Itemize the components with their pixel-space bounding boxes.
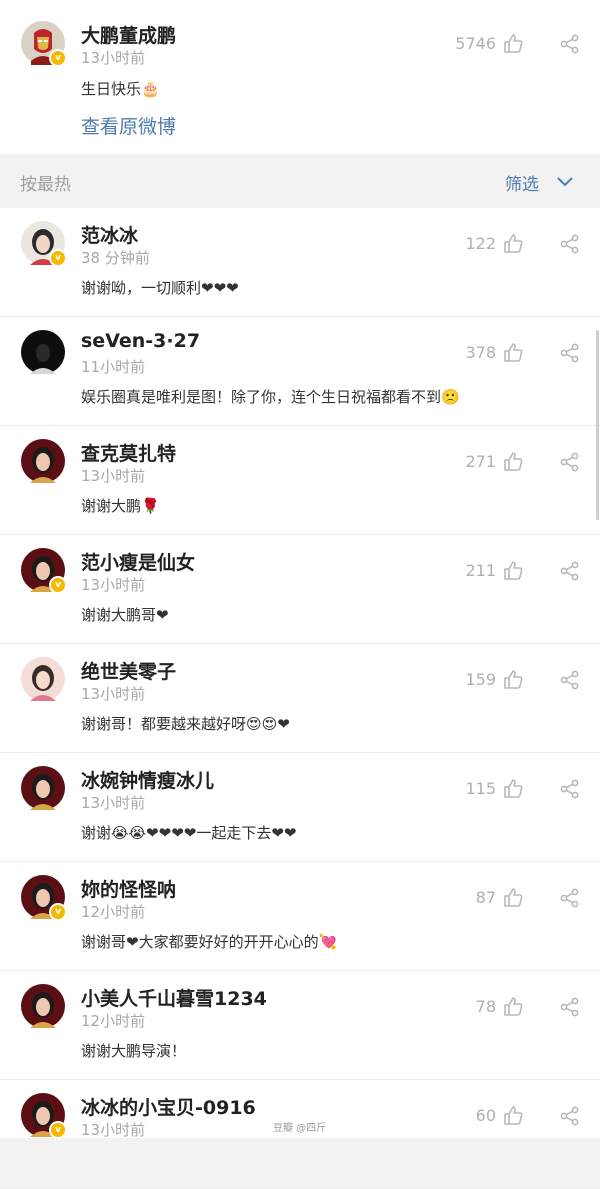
commenter-name[interactable]: 妳的怪怪呐 bbox=[81, 875, 176, 902]
post-text: 生日快乐🎂 bbox=[81, 80, 160, 98]
verified-badge: v bbox=[49, 903, 67, 921]
comment-text: 谢谢大鹏🌹 bbox=[81, 497, 160, 515]
comment-text: 谢谢哥❤大家都要好好的开开心心的💘 bbox=[81, 933, 338, 951]
commenter-avatar[interactable] bbox=[21, 439, 65, 483]
thumbs-up-icon[interactable] bbox=[502, 1105, 524, 1127]
commenter-name[interactable]: 冰冰的小宝贝-0916 bbox=[81, 1093, 256, 1120]
verified-badge: v bbox=[49, 249, 67, 267]
thumbs-up-icon[interactable] bbox=[502, 233, 524, 255]
comment-item[interactable]: v 妳的怪怪呐 12小时前谢谢哥❤大家都要好好的开开心心的💘 87 bbox=[0, 862, 600, 971]
comment-text: 谢谢😭😭❤❤❤❤一起走下去❤❤ bbox=[81, 824, 297, 842]
verified-badge: v bbox=[49, 1121, 67, 1139]
comment-item[interactable]: 查克莫扎特 13小时前谢谢大鹏🌹 271 bbox=[0, 426, 600, 535]
comment-like-count: 60 bbox=[475, 1106, 496, 1125]
comment-item[interactable]: 冰婉钟情瘦冰儿 13小时前谢谢😭😭❤❤❤❤一起走下去❤❤ 115 bbox=[0, 753, 600, 862]
commenter-avatar[interactable] bbox=[21, 766, 65, 810]
commenter-avatar[interactable] bbox=[21, 330, 65, 374]
verified-badge: v bbox=[49, 49, 67, 67]
comment-item[interactable]: v 范冰冰 38 分钟前谢谢呦，一切顺利❤❤❤ 122 bbox=[0, 208, 600, 317]
share-icon[interactable] bbox=[559, 996, 581, 1018]
comment-like-count: 122 bbox=[465, 234, 496, 253]
comment-like-count: 159 bbox=[465, 670, 496, 689]
comment-time: 13小时前 bbox=[81, 576, 146, 594]
commenter-name[interactable]: 小美人千山暮雪1234 bbox=[81, 984, 267, 1011]
thumbs-up-icon[interactable] bbox=[502, 778, 524, 800]
commenter-name[interactable]: seVen-3·27 bbox=[81, 330, 200, 352]
view-original-link[interactable]: 查看原微博 bbox=[81, 112, 176, 139]
comment-like-count: 87 bbox=[475, 888, 496, 907]
thumbs-up-icon[interactable] bbox=[502, 342, 524, 364]
thumbs-up-icon[interactable] bbox=[502, 560, 524, 582]
share-icon[interactable] bbox=[559, 887, 581, 909]
comment-time: 13小时前 bbox=[81, 685, 146, 703]
thumbs-up-icon[interactable] bbox=[502, 451, 524, 473]
comment-like-count: 115 bbox=[465, 779, 496, 798]
share-icon[interactable] bbox=[559, 669, 581, 691]
watermark: 豆瓣 @四斤 bbox=[273, 1123, 327, 1134]
scrollbar[interactable] bbox=[596, 330, 599, 520]
comment-time: 38 分钟前 bbox=[81, 249, 150, 267]
comment-like-count: 78 bbox=[475, 997, 496, 1016]
comment-like-count: 378 bbox=[465, 343, 496, 362]
comment-text: 谢谢哥！都要越来越好呀😍😍❤ bbox=[81, 715, 290, 733]
comment-text: 谢谢大鹏导演！ bbox=[81, 1042, 187, 1060]
comment-time: 13小时前 bbox=[81, 794, 146, 812]
comment-item[interactable]: seVen-3·27 11小时前娱乐圈真是唯利是图！除了你，连个生日祝福都看不到🙁… bbox=[0, 317, 600, 426]
commenter-name[interactable]: 查克莫扎特 bbox=[81, 439, 176, 466]
comment-time: 12小时前 bbox=[81, 903, 146, 921]
share-icon[interactable] bbox=[559, 451, 581, 473]
commenter-avatar[interactable] bbox=[21, 657, 65, 701]
share-icon[interactable] bbox=[559, 342, 581, 364]
comment-list: v 范冰冰 38 分钟前谢谢呦，一切顺利❤❤❤ 122 seVen-3·27 11小时前娱… bbox=[0, 208, 600, 1189]
comment-text: 谢谢呦，一切顺利❤❤❤ bbox=[81, 279, 239, 297]
comment-like-count: 271 bbox=[465, 452, 496, 471]
share-icon[interactable] bbox=[559, 233, 581, 255]
sort-by-hot[interactable]: 按最热 bbox=[20, 170, 71, 195]
thumbs-up-icon[interactable] bbox=[502, 996, 524, 1018]
thumbs-up-icon[interactable] bbox=[502, 887, 524, 909]
original-post: v 大鹏董成鹏 13小时前 生日快乐🎂 5746 查看原微博 bbox=[0, 0, 600, 154]
share-icon[interactable] bbox=[559, 560, 581, 582]
commenter-avatar[interactable]: v bbox=[21, 548, 67, 594]
post-time: 13小时前 bbox=[81, 49, 146, 67]
comment-text: 娱乐圈真是唯利是图！除了你，连个生日祝福都看不到🙁 bbox=[81, 388, 460, 406]
comment-time: 13小时前 bbox=[81, 467, 146, 485]
commenter-name[interactable]: 绝世美零子 bbox=[81, 657, 176, 684]
comment-item[interactable]: v 冰冰的小宝贝-0916 13小时前 60 bbox=[0, 1080, 600, 1189]
comment-item[interactable]: 小美人千山暮雪1234 12小时前谢谢大鹏导演！ 78 bbox=[0, 971, 600, 1080]
thumbs-up-icon[interactable] bbox=[502, 33, 524, 55]
comment-like-count: 211 bbox=[465, 561, 496, 580]
share-icon[interactable] bbox=[559, 778, 581, 800]
comment-time: 11小时前 bbox=[81, 358, 146, 376]
comment-item[interactable]: v 范小瘦是仙女 13小时前谢谢大鹏哥❤ 211 bbox=[0, 535, 600, 644]
comment-time: 12小时前 bbox=[81, 1012, 146, 1030]
commenter-avatar[interactable] bbox=[21, 984, 65, 1028]
commenter-avatar[interactable]: v bbox=[21, 1093, 67, 1139]
comment-time: 13小时前 bbox=[81, 1121, 146, 1139]
commenter-name[interactable]: 冰婉钟情瘦冰儿 bbox=[81, 766, 214, 793]
post-like-count: 5746 bbox=[455, 34, 496, 53]
verified-badge: v bbox=[49, 576, 67, 594]
comment-text: 谢谢大鹏哥❤ bbox=[81, 606, 169, 624]
commenter-name[interactable]: 范冰冰 bbox=[81, 221, 138, 248]
thumbs-up-icon[interactable] bbox=[502, 669, 524, 691]
share-icon[interactable] bbox=[559, 1105, 581, 1127]
author-avatar[interactable]: v bbox=[21, 21, 67, 67]
comment-item[interactable]: 绝世美零子 13小时前谢谢哥！都要越来越好呀😍😍❤ 159 bbox=[0, 644, 600, 753]
filter-button[interactable]: 筛选 bbox=[505, 170, 539, 195]
commenter-avatar[interactable]: v bbox=[21, 875, 67, 921]
commenter-name[interactable]: 范小瘦是仙女 bbox=[81, 548, 195, 575]
chevron-down-icon[interactable] bbox=[556, 176, 574, 188]
share-icon[interactable] bbox=[559, 33, 581, 55]
post-author-name[interactable]: 大鹏董成鹏 bbox=[81, 21, 176, 48]
sort-bar: 按最热 筛选 bbox=[0, 156, 600, 208]
commenter-avatar[interactable]: v bbox=[21, 221, 67, 267]
